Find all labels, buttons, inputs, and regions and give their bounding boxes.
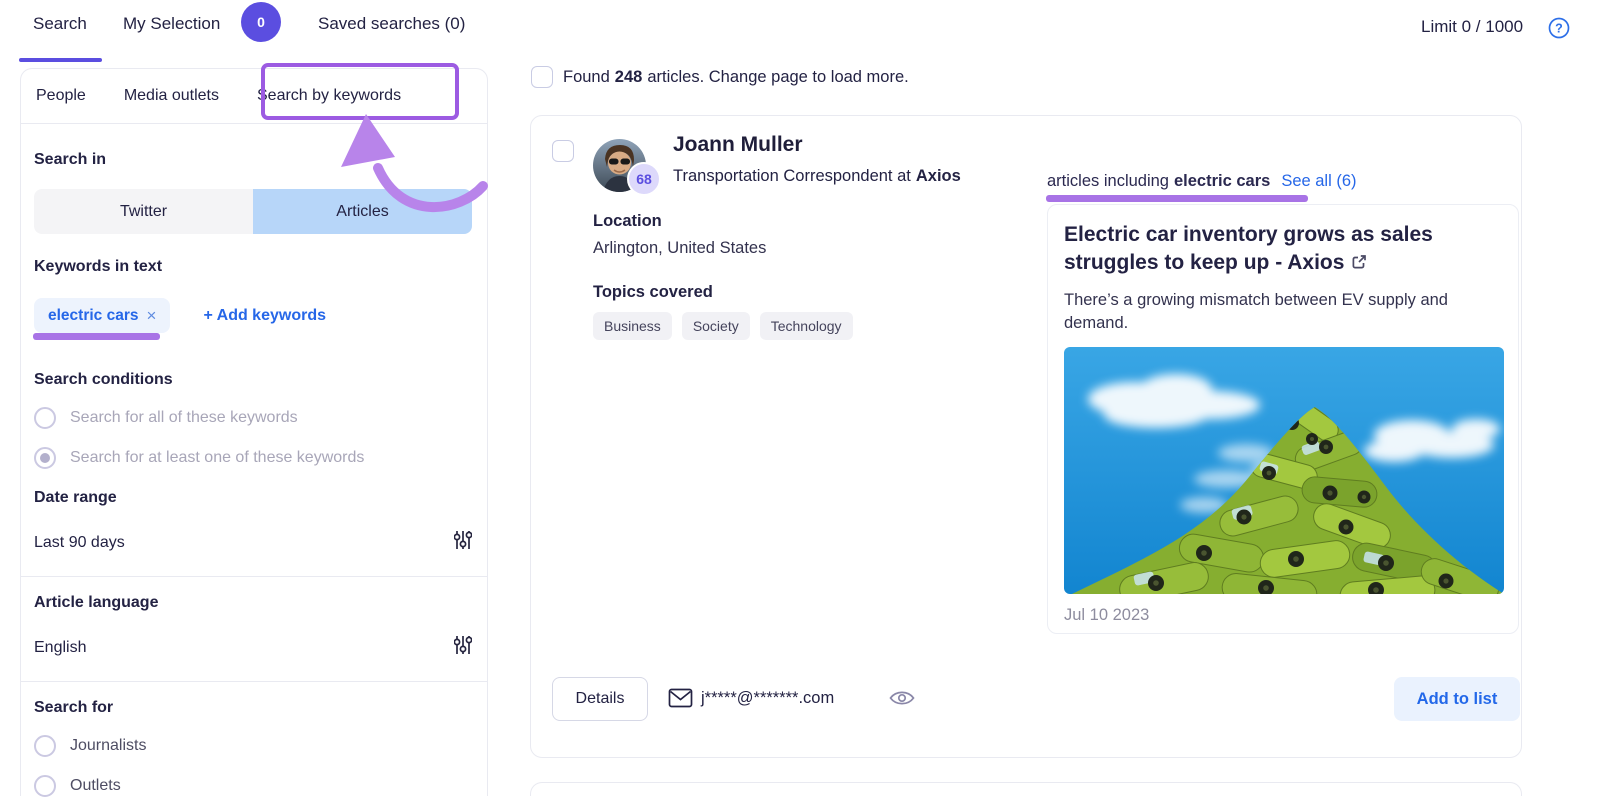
person-result-card: 68 Joann Muller Transportation Correspon… — [530, 115, 1522, 758]
article-date: Jul 10 2023 — [1064, 605, 1150, 624]
person-select-checkbox[interactable] — [552, 140, 574, 162]
results-count: 248 — [614, 67, 643, 86]
influence-score-badge: 68 — [627, 162, 661, 196]
radio-any-keyword[interactable] — [34, 447, 56, 469]
external-link-icon — [1350, 251, 1368, 279]
article-preview-card: Electric car inventory grows as sales st… — [1047, 204, 1519, 634]
tab-people[interactable]: People — [36, 87, 86, 105]
article-language-label: Article language — [34, 594, 159, 611]
mail-icon — [668, 688, 693, 713]
language-filter-icon[interactable] — [453, 634, 473, 661]
tab-media-outlets[interactable]: Media outlets — [124, 87, 219, 105]
articles-heading: articles including electric cars See all… — [1047, 172, 1357, 191]
help-glyph: ? — [1555, 22, 1563, 36]
my-selection-count-badge[interactable]: 0 — [241, 2, 281, 42]
topics-row: Business Society Technology — [593, 312, 853, 340]
help-icon[interactable]: ? — [1548, 17, 1570, 39]
tab-search-by-keywords[interactable]: Search by keywords — [257, 87, 401, 105]
location-value: Arlington, United States — [593, 239, 767, 257]
details-button[interactable]: Details — [552, 677, 648, 721]
summary-suffix: articles. Change page to load more. — [647, 67, 909, 86]
remove-keyword-icon[interactable]: × — [147, 306, 157, 326]
radio-outlets[interactable] — [34, 775, 56, 797]
article-title-link[interactable]: Electric car inventory grows as sales st… — [1064, 221, 1502, 280]
heading-prefix: articles including — [1047, 172, 1169, 190]
section-divider — [21, 576, 487, 577]
article-description: There’s a growing mismatch between EV su… — [1064, 290, 1448, 332]
toggle-twitter[interactable]: Twitter — [34, 189, 253, 234]
article-title-text: Electric car inventory grows as sales st… — [1064, 223, 1433, 275]
keywords-in-text-label: Keywords in text — [34, 258, 163, 275]
section-divider — [21, 681, 487, 682]
summary-prefix: Found — [563, 67, 610, 86]
tab-search[interactable]: Search — [33, 14, 87, 34]
select-all-checkbox[interactable] — [531, 66, 553, 88]
person-role: Transportation Correspondent at Axios — [673, 167, 961, 186]
radio-any-keyword-label: Search for at least one of these keyword… — [70, 449, 365, 466]
reveal-email-eye-icon[interactable] — [888, 687, 916, 714]
see-all-link[interactable]: See all (6) — [1281, 172, 1356, 191]
search-filters-panel: People Media outlets Search by keywords … — [20, 68, 488, 797]
masked-email: j*****@*******.com — [701, 689, 835, 707]
radio-all-keywords-label: Search for all of these keywords — [70, 409, 298, 426]
search-in-label: Search in — [34, 151, 107, 168]
add-to-list-button[interactable]: Add to list — [1394, 677, 1520, 721]
radio-journalists[interactable] — [34, 735, 56, 757]
topic-tag: Technology — [759, 312, 853, 340]
date-range-value: Last 90 days — [34, 533, 125, 551]
keyword-chip[interactable]: electric cars × — [34, 298, 171, 333]
topic-tag: Society — [681, 312, 750, 340]
next-result-card-edge — [530, 782, 1522, 796]
date-range-label: Date range — [34, 489, 117, 506]
toggle-articles[interactable]: Articles — [253, 189, 472, 234]
radio-all-keywords[interactable] — [34, 407, 56, 429]
add-keywords-button[interactable]: + Add keywords — [203, 307, 326, 325]
topics-covered-label: Topics covered — [593, 283, 713, 301]
role-text: Transportation Correspondent at — [673, 167, 911, 185]
limit-counter: Limit 0 / 1000 — [1421, 17, 1524, 36]
article-language-value: English — [34, 638, 87, 656]
heading-keyword: electric cars — [1173, 172, 1271, 190]
article-image — [1064, 346, 1504, 594]
tab-saved-searches[interactable]: Saved searches (0) — [318, 14, 465, 34]
radio-journalists-label: Journalists — [70, 737, 147, 754]
company-name: Axios — [915, 167, 961, 185]
date-range-filter-icon[interactable] — [453, 529, 473, 556]
keyword-chip-text: electric cars — [48, 306, 139, 324]
location-label: Location — [593, 212, 662, 230]
topic-tag: Business — [593, 312, 672, 340]
sidebar-tabs: People Media outlets Search by keywords — [21, 69, 487, 124]
radio-outlets-label: Outlets — [70, 777, 121, 794]
search-for-label: Search for — [34, 699, 114, 716]
search-conditions-label: Search conditions — [34, 371, 173, 388]
active-tab-underline — [19, 58, 102, 62]
search-in-toggle: Twitter Articles — [34, 189, 472, 234]
results-summary: Found 248 articles. Change page to load … — [563, 68, 909, 87]
tab-my-selection[interactable]: My Selection — [123, 14, 220, 34]
person-name[interactable]: Joann Muller — [673, 133, 803, 157]
